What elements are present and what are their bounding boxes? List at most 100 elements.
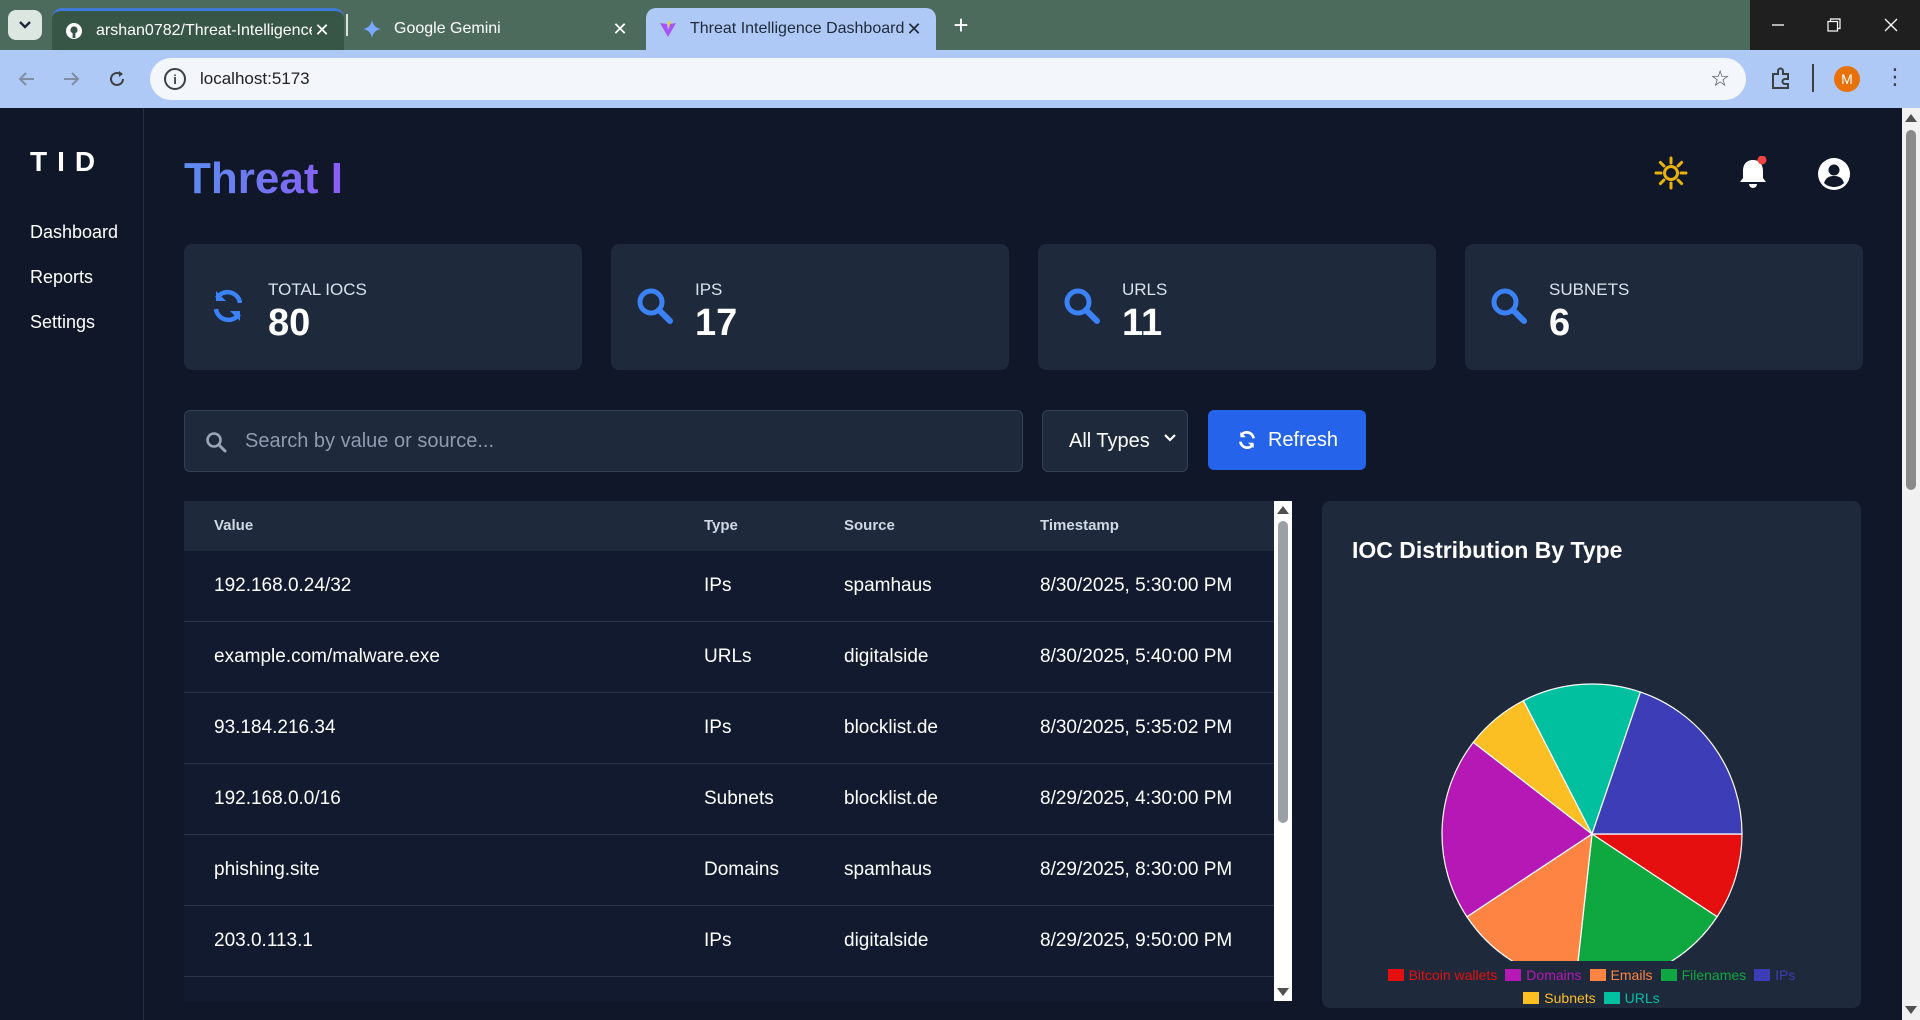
cell-type: IPs [704,575,732,596]
scrollbar-thumb[interactable] [1278,521,1288,823]
legend-swatch [1603,992,1620,1004]
sidebar-item-dashboard[interactable]: Dashboard [30,222,118,243]
search-icon [637,288,673,324]
legend-item[interactable]: Bitcoin wallets [1387,964,1498,986]
cell-type: Domains [704,859,779,880]
site-info-icon[interactable]: i [164,68,186,90]
browser-menu-icon[interactable]: ⋮ [1884,64,1906,94]
scroll-up-arrow-icon[interactable] [1277,506,1289,514]
bookmark-star-icon[interactable]: ☆ [1710,66,1730,92]
chevron-down-icon [1164,434,1176,442]
legend-item[interactable]: URLs [1603,987,1660,1009]
address-bar[interactable]: i localhost:5173 ☆ [150,58,1746,100]
cell-source: blocklist.de [844,788,938,809]
extensions-icon[interactable] [1768,66,1794,92]
legend-item[interactable]: Emails [1589,964,1653,986]
stat-card-ips: IPS 17 [611,244,1009,370]
cell-value: 192.168.0.24/32 [214,575,352,596]
cell-value: example.com/malware.exe [214,646,440,667]
back-button[interactable] [12,64,42,94]
cell-timestamp: 8/29/2025, 8:30:00 PM [1040,859,1233,880]
search-box[interactable] [184,410,1023,472]
refresh-button[interactable]: Refresh [1208,410,1366,470]
tab-title: Google Gemini [394,20,501,37]
reload-button[interactable] [102,64,132,94]
url-text[interactable]: localhost:5173 [200,69,310,89]
search-icon [1491,288,1527,324]
table-header: Value Type Source Timestamp [184,501,1274,551]
table-row[interactable]: 192.168.0.0/16 Subnets blocklist.de 8/29… [184,764,1274,835]
tab-gemini[interactable]: Google Gemini ✕ [350,8,642,50]
new-tab-button[interactable]: + [946,10,976,40]
column-header-source[interactable]: Source [844,517,895,534]
table-row[interactable]: 192.168.0.24/32 IPs spamhaus 8/30/2025, … [184,551,1274,622]
column-header-type[interactable]: Type [704,517,738,534]
table-row[interactable]: 93.184.216.34 IPs blocklist.de 8/30/2025… [184,693,1274,764]
cell-type: IPs [704,717,732,738]
scroll-up-arrow-icon[interactable] [1905,114,1917,122]
forward-button[interactable] [56,64,86,94]
stat-value: 17 [695,302,738,344]
close-tab-icon[interactable]: ✕ [610,19,630,40]
stat-label: SUBNETS [1549,280,1630,299]
column-header-timestamp[interactable]: Timestamp [1040,517,1119,534]
vite-icon [658,19,678,39]
tab-title: Threat Intelligence Dashboard [690,20,904,37]
cell-type: IPs [704,930,732,951]
legend-item[interactable]: Domains [1505,964,1582,986]
profile-avatar[interactable]: M [1834,66,1860,92]
legend-label: Bitcoin wallets [1408,967,1498,983]
tab-github[interactable]: arshan0782/Threat-Intelligence ✕ [52,8,344,50]
close-tab-icon[interactable]: ✕ [312,20,332,41]
ioc-table: Value Type Source Timestamp 192.168.0.24… [184,501,1274,1001]
sidebar-item-settings[interactable]: Settings [30,312,95,333]
column-header-value[interactable]: Value [214,517,253,534]
browser-toolbar: i localhost:5173 ☆ [0,50,1920,108]
tab-title: arshan0782/Threat-Intelligence [96,21,312,39]
legend-swatch [1523,992,1540,1004]
refresh-label: Refresh [1267,428,1339,451]
close-icon [1884,18,1898,32]
notification-bell-icon[interactable] [1736,156,1770,192]
browser-tab-strip: arshan0782/Threat-Intelligence ✕ Google … [0,0,1920,50]
table-scrollbar[interactable] [1274,501,1292,1001]
type-filter-value: All Types [1069,429,1150,452]
close-window-button[interactable] [1862,0,1920,50]
close-tab-icon[interactable]: ✕ [904,19,924,40]
table-row[interactable]: 203.0.113.1 IPs digitalside 8/29/2025, 9… [184,906,1274,977]
stat-label: TOTAL IOCS [268,280,367,299]
table-row[interactable]: phishing.site Domains spamhaus 8/29/2025… [184,835,1274,906]
sidebar-item-reports[interactable]: Reports [30,267,93,288]
legend-item[interactable]: Filenames [1660,964,1746,986]
scroll-down-arrow-icon[interactable] [1277,988,1289,996]
legend-swatch [1754,969,1771,981]
cell-timestamp: 8/29/2025, 9:50:00 PM [1040,930,1233,951]
legend-item[interactable]: IPs [1754,964,1795,986]
tab-threat-dashboard[interactable]: Threat Intelligence Dashboard ✕ [646,8,936,50]
tab-search-button[interactable] [8,10,42,40]
restore-icon [1827,18,1841,32]
legend-swatch [1660,969,1677,981]
stat-value: 11 [1122,302,1163,344]
legend-swatch [1505,969,1522,981]
table-row[interactable]: example.com/malware.exe URLs digitalside… [184,622,1274,693]
scrollbar-thumb[interactable] [1906,130,1916,490]
cell-timestamp: 8/30/2025, 5:30:00 PM [1040,575,1233,596]
scroll-down-arrow-icon[interactable] [1905,1006,1917,1014]
restore-button[interactable] [1806,0,1862,50]
page-scrollbar[interactable] [1902,108,1920,1020]
stat-card-urls: URLS 11 [1038,244,1436,370]
table-row[interactable] [184,977,1274,1001]
cell-value: 203.0.113.1 [214,930,313,951]
cell-source: digitalside [844,930,929,951]
user-account-icon[interactable] [1816,156,1852,192]
cell-timestamp: 8/29/2025, 4:30:00 PM [1040,788,1233,809]
legend-item[interactable]: Subnets [1523,987,1596,1009]
type-filter-select[interactable]: All Types [1042,410,1188,472]
chart-legend: Bitcoin wallets Domains Emails Filenames IPs… [1322,964,1861,1010]
minimize-button[interactable] [1750,0,1806,50]
search-input[interactable] [245,421,1005,461]
cell-type: URLs [704,646,752,667]
sun-icon[interactable] [1654,156,1688,190]
refresh-icon [213,289,243,323]
